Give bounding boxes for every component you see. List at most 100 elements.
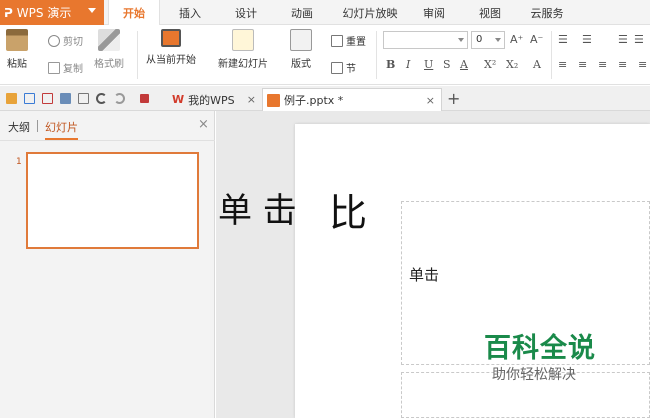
chevron-down-icon — [495, 38, 501, 42]
indent-decrease-icon[interactable]: ☰ — [618, 33, 628, 46]
tab-slideshow[interactable]: 幻灯片放映 — [335, 0, 405, 25]
section-label: 节 — [346, 64, 356, 75]
format-painter-button[interactable]: 格式刷 — [94, 29, 124, 70]
paste-button[interactable]: 粘贴 — [6, 29, 28, 70]
tab-view[interactable]: 视图 — [470, 0, 510, 25]
bold-button[interactable]: B — [386, 58, 395, 71]
save-icon[interactable] — [24, 93, 35, 104]
chevron-down-icon — [458, 38, 464, 42]
numbered-list-icon[interactable]: ☰ — [582, 33, 592, 46]
chevron-down-icon — [88, 8, 96, 13]
ribbon-divider — [551, 31, 552, 79]
tab-divider — [37, 120, 38, 132]
format-painter-label: 格式刷 — [94, 59, 124, 70]
slides-panel: 大纲 幻灯片 × 1 — [0, 111, 215, 418]
tab-review[interactable]: 审阅 — [414, 0, 454, 25]
reset-icon — [331, 34, 343, 47]
app-title: WPS 演示 — [16, 6, 72, 20]
scissors-icon — [48, 34, 60, 47]
tab-animation[interactable]: 动画 — [282, 0, 322, 25]
cut-button[interactable]: 剪切 — [48, 33, 83, 48]
brush-icon — [98, 29, 120, 51]
layout-button[interactable]: 版式 — [290, 29, 312, 70]
watermark: 百科全说 助你轻松解决 — [478, 326, 606, 386]
ribbon-divider — [376, 31, 377, 79]
menu-bar: ᕈ WPS 演示 开始 插入 设计 动画 幻灯片放映 审阅 视图 云服务 — [0, 0, 650, 26]
tab-home[interactable]: 开始 — [108, 0, 160, 26]
copy-label: 复制 — [63, 64, 83, 75]
ribbon-divider — [137, 31, 138, 79]
italic-button[interactable]: I — [406, 58, 410, 71]
close-tab-icon[interactable]: × — [426, 94, 435, 107]
panel-tabs: 大纲 幻灯片 × — [0, 111, 215, 141]
title-text-fragment: 单 击 — [218, 191, 297, 231]
indent-increase-icon[interactable]: ☰ — [634, 33, 644, 46]
pptx-file-icon — [267, 93, 280, 107]
clipboard-icon — [6, 29, 28, 51]
superscript-button[interactable]: X² — [484, 58, 496, 71]
print-preview-icon[interactable] — [78, 93, 89, 104]
reset-button[interactable]: 重置 — [331, 33, 366, 48]
copy-icon — [48, 61, 60, 74]
doc-tab-label: 例子.pptx * — [284, 94, 344, 107]
shrink-font-button[interactable]: A⁻ — [530, 33, 543, 46]
customize-quick-access-icon[interactable] — [140, 94, 149, 103]
undo-icon[interactable] — [96, 93, 107, 104]
align-left-icon[interactable]: ≡ — [558, 58, 567, 71]
watermark-subtitle: 助你轻松解决 — [492, 367, 576, 383]
justify-icon[interactable]: ≡ — [618, 58, 627, 71]
title-text: 比 — [329, 191, 368, 235]
tab-design[interactable]: 设计 — [226, 0, 266, 25]
open-folder-icon[interactable] — [6, 93, 17, 104]
tab-outline[interactable]: 大纲 — [8, 119, 30, 135]
close-tab-icon[interactable]: × — [247, 93, 256, 106]
distribute-icon[interactable]: ≡ — [638, 58, 647, 71]
slide-number: 1 — [16, 157, 22, 167]
layout-icon — [290, 29, 312, 51]
copy-button[interactable]: 复制 — [48, 60, 83, 75]
app-menu-button[interactable]: ᕈ WPS 演示 — [0, 0, 104, 25]
doc-tab-label: 我的WPS — [188, 93, 235, 107]
from-current-slide-button[interactable]: 从当前开始 — [146, 29, 196, 66]
export-pdf-icon[interactable] — [42, 93, 53, 104]
new-slide-label: 新建幻灯片 — [218, 59, 268, 70]
font-size-value: 0 — [476, 34, 483, 45]
strikethrough-button[interactable]: S — [443, 58, 451, 71]
bullet-list-icon[interactable]: ☰ — [558, 33, 568, 46]
paste-label: 粘贴 — [7, 59, 27, 70]
slide-thumbnail[interactable] — [26, 152, 199, 249]
quick-access-bar: W 我的WPS × 例子.pptx * × + — [0, 86, 650, 111]
watermark-title: 百科全说 — [484, 333, 596, 364]
redo-icon[interactable] — [114, 93, 125, 104]
from-current-label: 从当前开始 — [146, 55, 196, 66]
font-size-select[interactable]: 0 — [471, 31, 505, 49]
tab-insert[interactable]: 插入 — [170, 0, 210, 25]
subtitle-text: 单击 — [409, 266, 440, 284]
cut-label: 剪切 — [63, 37, 83, 48]
new-slide-button[interactable]: 新建幻灯片 — [218, 29, 268, 70]
clear-format-button[interactable]: A — [533, 58, 541, 71]
new-slide-icon — [232, 29, 254, 51]
doc-tab-my-wps[interactable]: W 我的WPS × — [172, 88, 262, 111]
section-button[interactable]: 节 — [331, 60, 356, 75]
align-right-icon[interactable]: ≡ — [598, 58, 607, 71]
grow-font-button[interactable]: A⁺ — [510, 33, 523, 46]
wps-logo-icon: ᕈ — [4, 5, 13, 20]
print-icon[interactable] — [60, 93, 71, 104]
new-tab-button[interactable]: + — [447, 89, 460, 108]
tab-slides[interactable]: 幻灯片 — [45, 119, 78, 140]
font-color-button[interactable]: A — [460, 58, 468, 71]
doc-tab-example-pptx[interactable]: 例子.pptx * × — [262, 88, 442, 111]
reset-label: 重置 — [346, 37, 366, 48]
layout-label: 版式 — [291, 59, 311, 70]
section-icon — [331, 61, 343, 74]
align-center-icon[interactable]: ≡ — [578, 58, 587, 71]
tab-cloud-service[interactable]: 云服务 — [522, 0, 572, 25]
close-panel-icon[interactable]: × — [198, 117, 209, 132]
ribbon: 粘贴 剪切 复制 格式刷 从当前开始 新建幻灯片 版式 重置 节 0 A⁺ A⁻… — [0, 25, 650, 85]
subscript-button[interactable]: X₂ — [506, 58, 518, 71]
font-family-select[interactable] — [383, 31, 468, 49]
wps-w-icon: W — [172, 93, 185, 106]
slideshow-icon — [161, 29, 181, 47]
underline-button[interactable]: U — [424, 58, 433, 71]
